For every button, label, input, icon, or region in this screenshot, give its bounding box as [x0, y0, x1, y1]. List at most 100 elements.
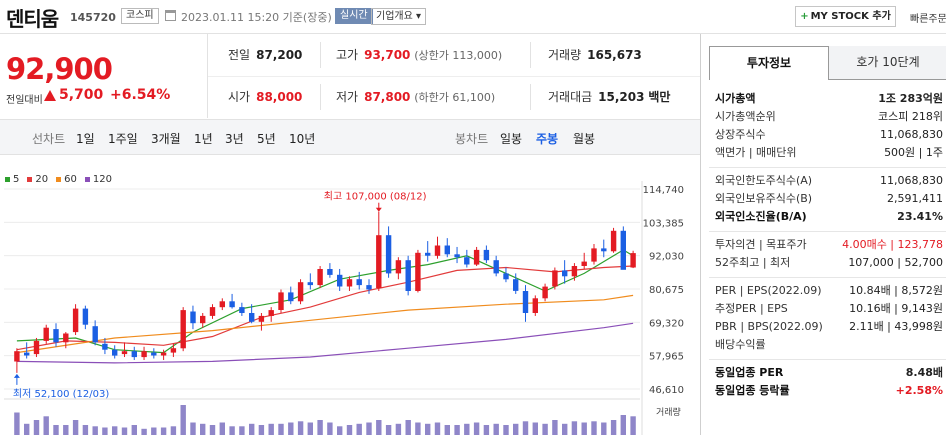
candle-body — [14, 351, 20, 362]
candle-body — [151, 352, 157, 356]
info-label: 투자의견 | 목표주가 — [715, 238, 807, 251]
tab-invest-info[interactable]: 투자정보 — [709, 46, 829, 80]
quick-order-link[interactable]: 빠른주문 — [910, 10, 946, 25]
candle-body — [581, 261, 587, 266]
candle-body — [327, 269, 333, 275]
volume-bar — [532, 422, 538, 435]
volume-bar — [473, 422, 480, 435]
info-value: 1조 283억원 — [878, 92, 943, 105]
candle-body — [591, 248, 597, 262]
period-3y[interactable]: 3년 — [225, 130, 244, 147]
candle-body — [278, 292, 284, 310]
candle-body — [395, 260, 402, 274]
legend-label: 20 — [35, 174, 49, 185]
info-tabs: 투자정보 호가 10단계 — [709, 46, 946, 80]
info-value: 11,068,830 — [880, 174, 943, 187]
info-value: 2.11배 | 43,998원 — [849, 320, 943, 333]
legend-item: 5 — [5, 174, 19, 185]
candle-body — [43, 327, 49, 341]
volume-bar — [82, 425, 89, 435]
candle-body — [72, 308, 79, 333]
plus-icon: + — [800, 11, 809, 22]
volume-bar — [249, 423, 255, 435]
low-value: 87,800 — [364, 90, 411, 104]
candle-body — [258, 315, 265, 322]
candle-body — [63, 333, 69, 343]
volume-bar — [190, 422, 196, 435]
volume-bar — [151, 427, 157, 435]
amount-cell: 거래대금 15,203 백만 — [548, 90, 671, 104]
volume-bar — [112, 426, 118, 435]
candle-body — [288, 292, 294, 302]
info-row: PER | EPS(2022.09) 10.84배 | 8,572원 — [709, 282, 946, 300]
candle-body — [200, 315, 206, 324]
y-tick-label: 57,965 — [649, 352, 684, 363]
volume-bar — [24, 423, 30, 435]
period-5y[interactable]: 5년 — [257, 130, 276, 147]
volume-label: 거래량 — [656, 406, 681, 418]
period-10y[interactable]: 10년 — [289, 130, 315, 147]
volume-bar — [571, 421, 578, 435]
info-value: 코스피 218위 — [878, 110, 943, 123]
period-1d[interactable]: 1일 — [76, 130, 95, 147]
realtime-button[interactable]: 실시간 — [335, 8, 373, 24]
company-overview-dropdown[interactable]: 기업개요 ▾ — [371, 8, 426, 25]
volume-bar — [160, 427, 167, 435]
candle-monthly[interactable]: 월봉 — [573, 130, 595, 147]
divider — [709, 359, 946, 360]
invest-info-list: 시가총액 1조 283억원 시가총액순위 코스피 218위 상장주식수 11,068,83… — [709, 90, 946, 400]
candle-body — [473, 249, 480, 265]
info-row: 시가총액 1조 283억원 — [709, 90, 946, 108]
volume-value: 165,673 — [587, 48, 642, 62]
candle-body — [141, 351, 147, 358]
up-arrow-icon — [44, 90, 56, 101]
y-tick-label: 92,030 — [649, 252, 684, 263]
candle-body — [121, 351, 128, 355]
info-value: 23.41% — [897, 210, 943, 223]
info-label: 시가총액 — [715, 92, 756, 105]
info-label: PBR | BPS(2022.09) — [715, 320, 823, 333]
info-label: PER | EPS(2022.09) — [715, 284, 822, 297]
add-my-stock-button[interactable]: + MY STOCK 추가 — [795, 6, 896, 27]
volume-bar — [53, 425, 59, 435]
volume-bar — [131, 425, 137, 435]
candle-body — [229, 301, 235, 308]
open-cell: 시가 88,000 — [228, 90, 303, 104]
info-row: 외국인보유주식수(B) 2,591,411 — [709, 190, 946, 208]
volume-bar — [366, 422, 372, 435]
volume-bar — [630, 416, 636, 435]
period-1w[interactable]: 1주일 — [108, 130, 138, 147]
info-label: 외국인소진율(B/A) — [715, 210, 807, 223]
candle-body — [356, 279, 362, 286]
candle-daily[interactable]: 일봉 — [500, 130, 522, 147]
info-value: 500원 | 1주 — [884, 146, 943, 159]
volume-bar — [337, 426, 343, 435]
candle-body — [385, 235, 392, 274]
candle-weekly[interactable]: 주봉 — [536, 130, 558, 147]
period-1y[interactable]: 1년 — [194, 130, 213, 147]
amount-value: 15,203 — [598, 90, 645, 104]
candle-body — [268, 310, 274, 316]
candle-body — [82, 308, 89, 325]
volume-bar — [356, 423, 362, 435]
candle-body — [92, 326, 98, 343]
stock-code: 145720 — [70, 11, 116, 24]
info-row: 동일업종 PER 8.48배 — [709, 364, 946, 382]
candle-body — [503, 273, 509, 280]
ma-line-20 — [16, 265, 634, 351]
volume-bar — [601, 422, 607, 435]
candle-body — [170, 348, 177, 353]
volume-bar — [92, 426, 98, 435]
ma-line-120 — [16, 322, 634, 364]
volume-bar — [405, 420, 411, 435]
volume-cell: 거래량 165,673 — [548, 48, 642, 62]
candle-body — [454, 254, 460, 258]
volume-bar — [33, 420, 40, 435]
volume-bar — [513, 423, 519, 435]
y-tick-label: 46,610 — [649, 385, 684, 396]
info-value: 11,068,830 — [880, 128, 943, 141]
candle-body — [297, 282, 304, 302]
tab-orderbook[interactable]: 호가 10단계 — [829, 46, 946, 80]
upper-limit: (상한가 113,000) — [414, 49, 503, 62]
period-3m[interactable]: 3개월 — [151, 130, 181, 147]
